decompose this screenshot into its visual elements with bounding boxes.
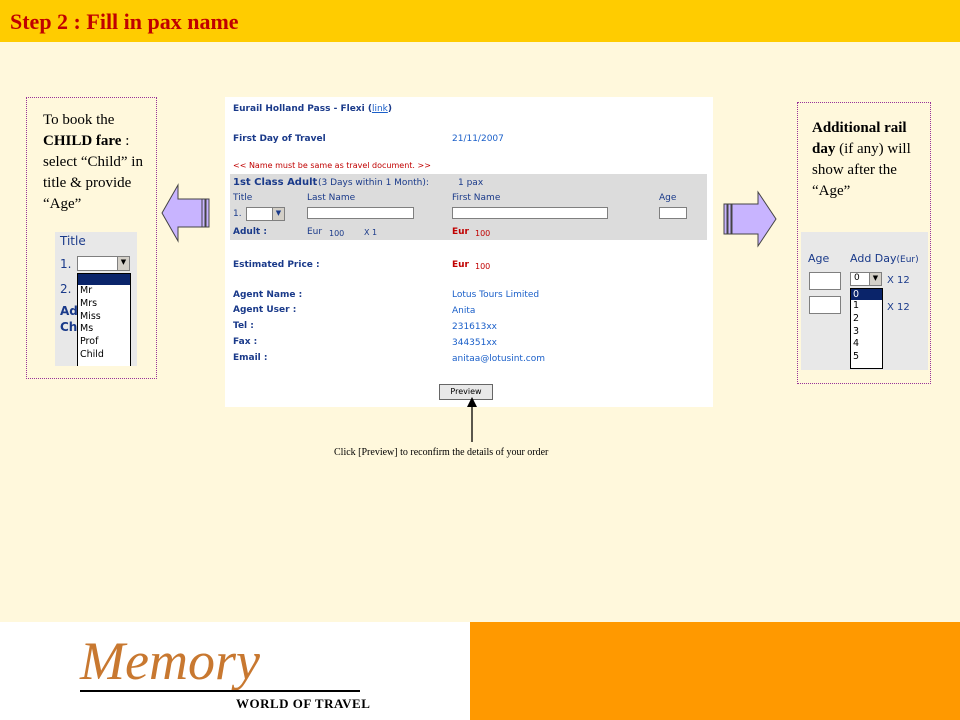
title-option-mr[interactable]: Mr (78, 285, 130, 298)
col-last-name: Last Name (307, 193, 356, 203)
col-first-name: First Name (452, 193, 501, 203)
title-select[interactable]: ▼ (246, 207, 285, 221)
adult-currency: Eur (307, 227, 323, 237)
adult-qty: X 1 (364, 228, 378, 237)
age-input-2[interactable] (809, 296, 841, 314)
day-option[interactable]: 2 (851, 313, 882, 326)
booking-form-screenshot: Eurail Holland Pass - Flexi (link) First… (225, 97, 713, 407)
age-header: Age (808, 252, 830, 265)
pax-count: 1 pax (458, 178, 484, 188)
estimated-currency: Eur (452, 260, 469, 270)
pass-title: Eurail Holland Pass - Flexi (link) (233, 104, 392, 114)
title-select[interactable]: ▼ (77, 256, 130, 271)
title-header: Title (60, 234, 86, 248)
add-day-header: Add Day(Eur) (850, 252, 919, 265)
day-option[interactable]: 3 (851, 326, 882, 339)
slide-title: Step 2 : Fill in pax name (10, 9, 239, 34)
partial-label-adult: Ad (60, 304, 78, 318)
title-options-list[interactable]: Mr Mrs Miss Ms Prof Child (77, 273, 131, 366)
estimated-value: 100 (475, 262, 491, 271)
email-label: Email : (233, 353, 268, 363)
agent-name: Lotus Tours Limited (452, 290, 540, 300)
col-title: Title (233, 193, 253, 203)
logo-tagline: WORLD OF TRAVEL (236, 696, 371, 711)
footer-orange-panel (470, 622, 960, 720)
pass-link[interactable]: link (372, 104, 388, 114)
adult-total-currency: Eur (452, 227, 469, 237)
fax-value: 344351xx (452, 338, 498, 348)
col-age: Age (659, 193, 677, 203)
email-value: anitaa@lotusint.com (452, 354, 546, 364)
class-label: 1st Class Adult (233, 177, 318, 188)
agent-user-label: Agent User : (233, 305, 297, 315)
first-day-value: 21/11/2007 (452, 134, 504, 144)
preview-caption: Click [Preview] to reconfirm the details… (334, 447, 549, 458)
age-input[interactable] (659, 207, 687, 219)
chevron-down-icon[interactable]: ▼ (869, 273, 881, 285)
title-dropdown-screenshot: Title 1. ▼ 2. Ad Ch Mr Mrs Miss Ms Prof … (55, 232, 137, 366)
add-day-screenshot: Age Add Day(Eur) 0 ▼ X 12 X 12 0 1 2 3 4… (801, 232, 928, 370)
tel-value: 231613xx (452, 322, 498, 332)
arrow-right-icon (723, 190, 777, 248)
title-option-miss[interactable]: Miss (78, 311, 130, 324)
title-option-prof[interactable]: Prof (78, 336, 130, 349)
title-option-mrs[interactable]: Mrs (78, 298, 130, 311)
chevron-down-icon[interactable]: ▼ (117, 257, 129, 270)
row-number: 1. (233, 209, 242, 219)
partial-label-child: Ch (60, 320, 78, 334)
chevron-down-icon[interactable]: ▼ (272, 208, 284, 220)
title-option[interactable] (78, 274, 130, 285)
callout-line1: To book the (43, 112, 115, 128)
day-multiplier: X 12 (887, 275, 910, 286)
arrow-left-icon (161, 183, 210, 243)
fax-label: Fax : (233, 337, 258, 347)
logo-divider (80, 690, 360, 692)
day-option[interactable]: 4 (851, 338, 882, 351)
callout-colon: : (121, 133, 130, 149)
agent-user: Anita (452, 306, 476, 316)
name-note: << Name must be same as travel document.… (233, 161, 431, 170)
row-number-2: 2. (60, 282, 72, 296)
adult-price: 100 (329, 229, 345, 238)
add-day-options-list[interactable]: 0 1 2 3 4 5 (850, 288, 883, 369)
adult-total: 100 (475, 229, 491, 238)
title-option-ms[interactable]: Ms (78, 323, 130, 336)
child-fare-label: CHILD fare (43, 133, 122, 149)
day-option[interactable]: 5 (851, 351, 882, 364)
first-day-label: First Day of Travel (233, 134, 326, 144)
class-detail: (3 Days within 1 Month): (318, 178, 429, 188)
pointer-arrow-icon (467, 397, 477, 442)
first-name-input[interactable] (452, 207, 608, 219)
last-name-input[interactable] (307, 207, 414, 219)
agent-name-label: Agent Name : (233, 290, 303, 300)
day-multiplier-2: X 12 (887, 302, 910, 313)
additional-day-callout-text: Additional rail day (if any) will show a… (812, 118, 928, 202)
title-bar: Step 2 : Fill in pax name (0, 0, 960, 42)
add-day-select[interactable]: 0 ▼ (850, 272, 882, 286)
adult-label: Adult : (233, 227, 267, 237)
title-option-child[interactable]: Child (78, 349, 130, 362)
row-number: 1. (60, 257, 72, 271)
memory-logo: Memory (80, 631, 260, 691)
estimated-label: Estimated Price : (233, 260, 320, 270)
tel-label: Tel : (233, 321, 254, 331)
age-input[interactable] (809, 272, 841, 290)
child-fare-callout-text: To book the CHILD fare : select “Child” … (43, 110, 158, 215)
day-option[interactable]: 1 (851, 300, 882, 313)
day-option[interactable]: 0 (851, 289, 882, 300)
callout-rest: select “Child” in title & provide “Age” (43, 154, 143, 212)
